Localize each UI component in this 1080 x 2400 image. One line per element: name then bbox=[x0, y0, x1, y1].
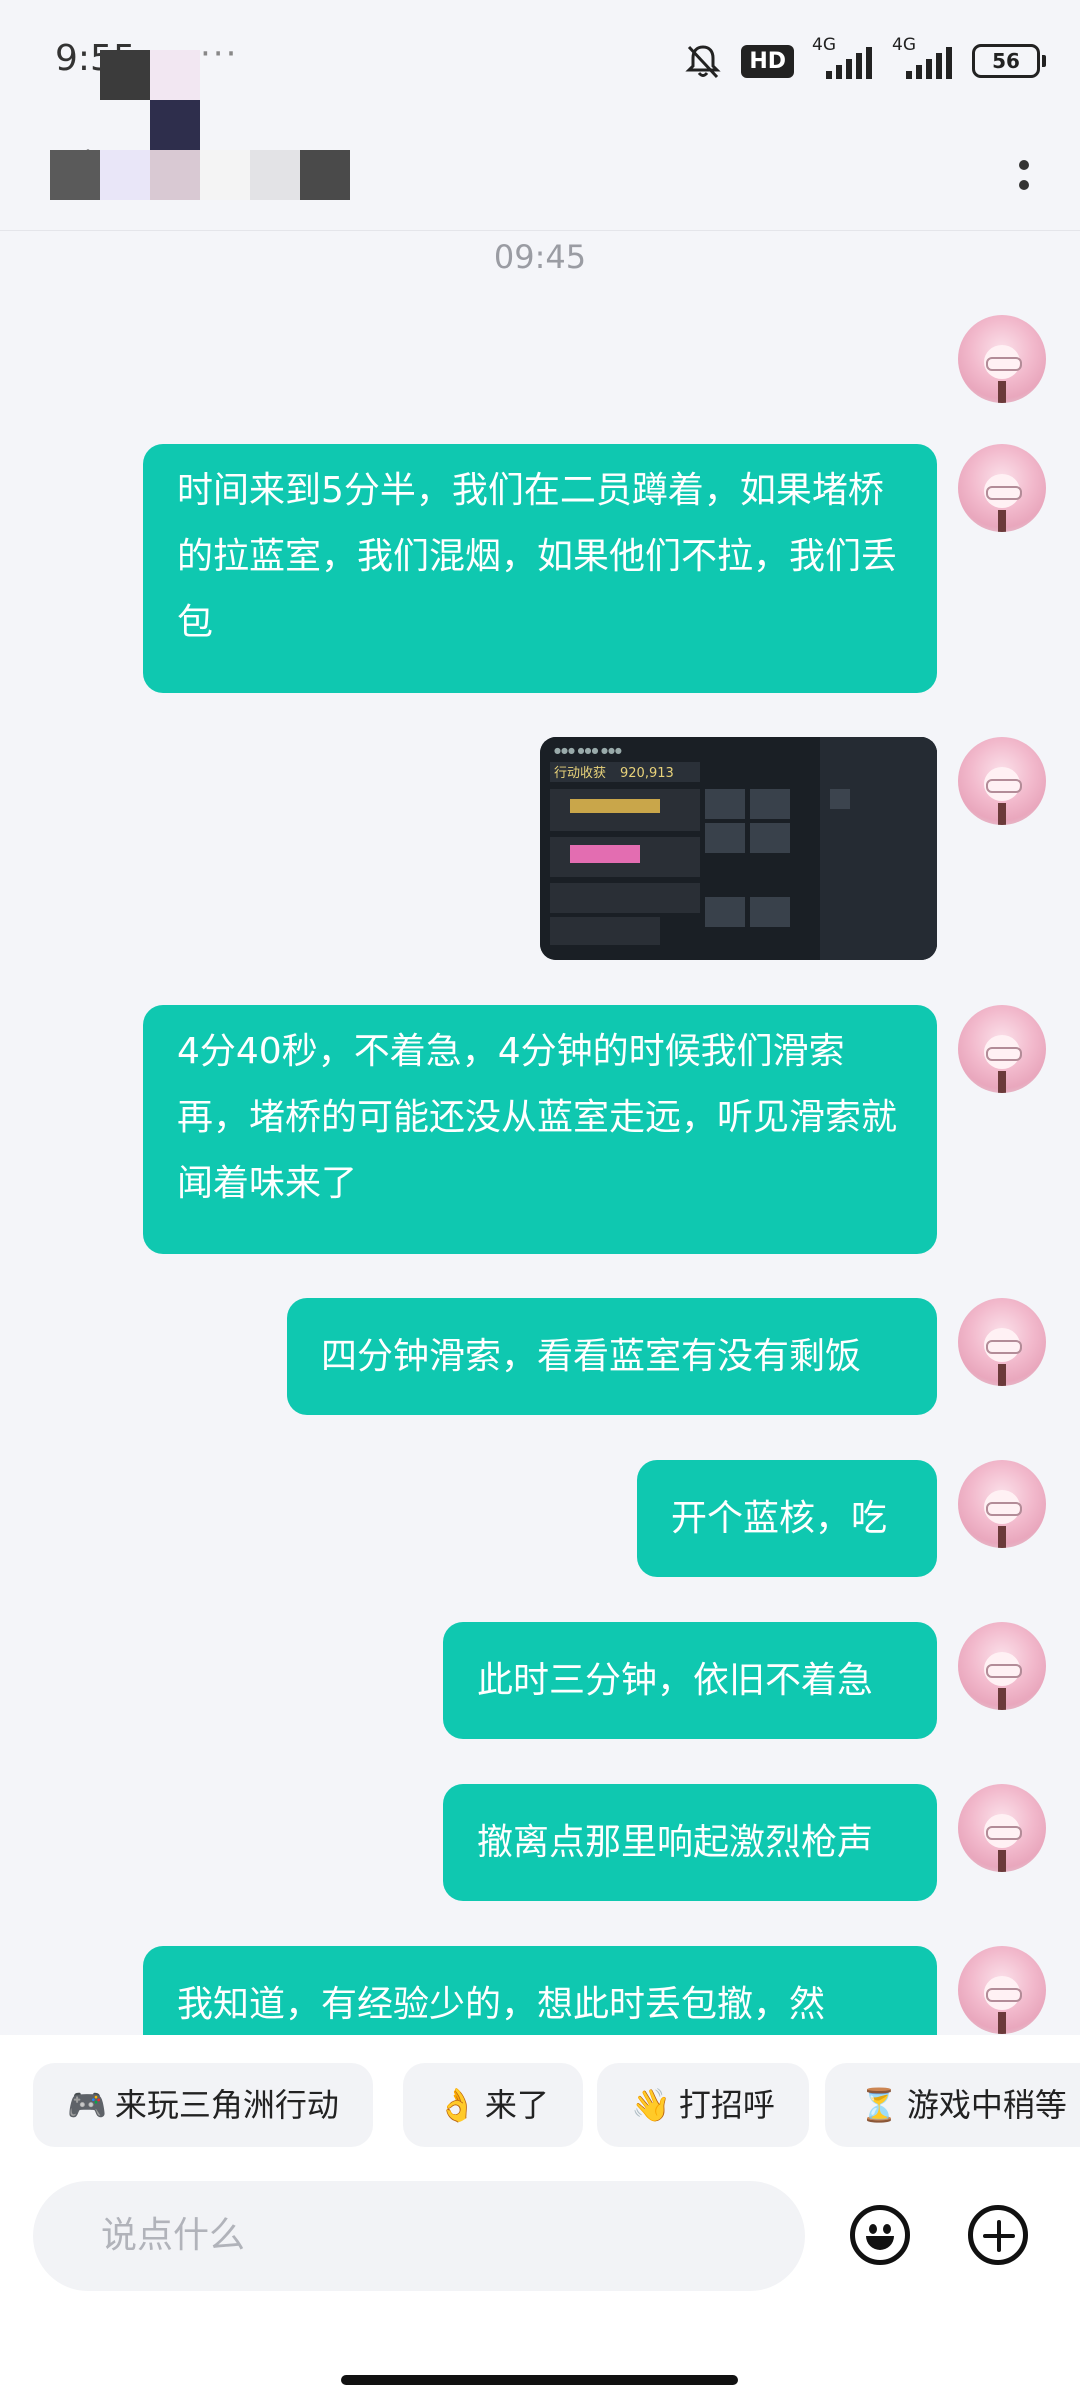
avatar[interactable] bbox=[958, 444, 1046, 532]
avatar[interactable] bbox=[958, 315, 1046, 403]
message-bubble[interactable]: 我知道，有经验少的，想此时丢包撤，然 bbox=[143, 1946, 937, 2035]
message-bubble[interactable]: 撤离点那里响起激烈枪声 bbox=[443, 1784, 937, 1901]
hd-icon: HD bbox=[741, 44, 794, 78]
mute-bell-icon bbox=[685, 45, 721, 79]
message-bubble[interactable]: 开个蓝核，吃 bbox=[637, 1460, 937, 1577]
chat-area[interactable]: 09:45 时间来到5分半，我们在二员蹲着，如果堵桥的拉蓝室，我们混烟，如果他们… bbox=[0, 230, 1080, 2035]
status-icons: HD 4G 4G 56 bbox=[683, 35, 1046, 86]
status-dots: ··· bbox=[200, 34, 239, 74]
signal-icon: 4G bbox=[892, 35, 954, 79]
avatar[interactable] bbox=[958, 737, 1046, 825]
vertical-dots-icon[interactable] bbox=[1012, 145, 1036, 205]
chat-header bbox=[0, 50, 1080, 231]
home-indicator[interactable] bbox=[341, 2375, 738, 2385]
quick-reply-label: 游戏中稍等 bbox=[906, 2086, 1067, 2124]
image-message[interactable]: ●●● ●●● ●●● 行动收获 920,913 bbox=[540, 737, 937, 960]
signal-icon: 4G bbox=[812, 35, 874, 79]
message-input[interactable]: 说点什么 bbox=[33, 2181, 805, 2291]
input-bar: 说点什么 bbox=[0, 2165, 1080, 2400]
quick-reply-label: 来了 bbox=[484, 2086, 549, 2124]
message-timestamp: 09:45 bbox=[493, 238, 587, 276]
avatar[interactable] bbox=[958, 1298, 1046, 1386]
avatar[interactable] bbox=[958, 1784, 1046, 1872]
quick-reply-chip[interactable]: ⏳ 游戏中稍等 bbox=[825, 2063, 1080, 2147]
battery-icon: 56 bbox=[972, 44, 1046, 78]
game-screenshot-image: ●●● ●●● ●●● 行动收获 920,913 bbox=[540, 737, 937, 960]
message-bubble[interactable]: 时间来到5分半，我们在二员蹲着，如果堵桥的拉蓝室，我们混烟，如果他们不拉，我们丢… bbox=[143, 444, 937, 693]
quick-reply-chip[interactable]: 👌 来了 bbox=[403, 2063, 583, 2147]
quick-reply-label: 来玩三角洲行动 bbox=[114, 2086, 339, 2124]
avatar[interactable] bbox=[958, 1946, 1046, 2034]
avatar[interactable] bbox=[958, 1460, 1046, 1548]
quick-replies-bar: 🎮 来玩三角洲行动 👌 来了 👋 打招呼 ⏳ 游戏中稍等 bbox=[0, 2035, 1080, 2165]
svg-text:●●● ●●● ●●●: ●●● ●●● ●●● bbox=[554, 746, 622, 755]
plus-circle-icon[interactable] bbox=[968, 2205, 1028, 2265]
message-bubble[interactable]: 4分40秒，不着急，4分钟的时候我们滑索再，堵桥的可能还没从蓝室走远，听见滑索就… bbox=[143, 1005, 937, 1254]
ok-hand-icon: 👌 bbox=[437, 2086, 477, 2124]
avatar[interactable] bbox=[958, 1005, 1046, 1093]
wave-hand-icon: 👋 bbox=[631, 2086, 671, 2124]
message-bubble[interactable]: 此时三分钟，依旧不着急 bbox=[443, 1622, 937, 1739]
smiley-icon[interactable] bbox=[850, 2205, 910, 2265]
quick-reply-label: 打招呼 bbox=[678, 2086, 775, 2124]
hourglass-icon: ⏳ bbox=[859, 2086, 899, 2124]
loot-label: 行动收获 bbox=[554, 766, 606, 781]
avatar[interactable] bbox=[958, 1622, 1046, 1710]
gamepad-icon: 🎮 bbox=[67, 2086, 107, 2124]
loot-value: 920,913 bbox=[620, 766, 674, 781]
quick-reply-chip[interactable]: 🎮 来玩三角洲行动 bbox=[33, 2063, 373, 2147]
quick-reply-chip[interactable]: 👋 打招呼 bbox=[597, 2063, 809, 2147]
message-bubble[interactable]: 四分钟滑索，看看蓝室有没有剩饭 bbox=[287, 1298, 937, 1415]
